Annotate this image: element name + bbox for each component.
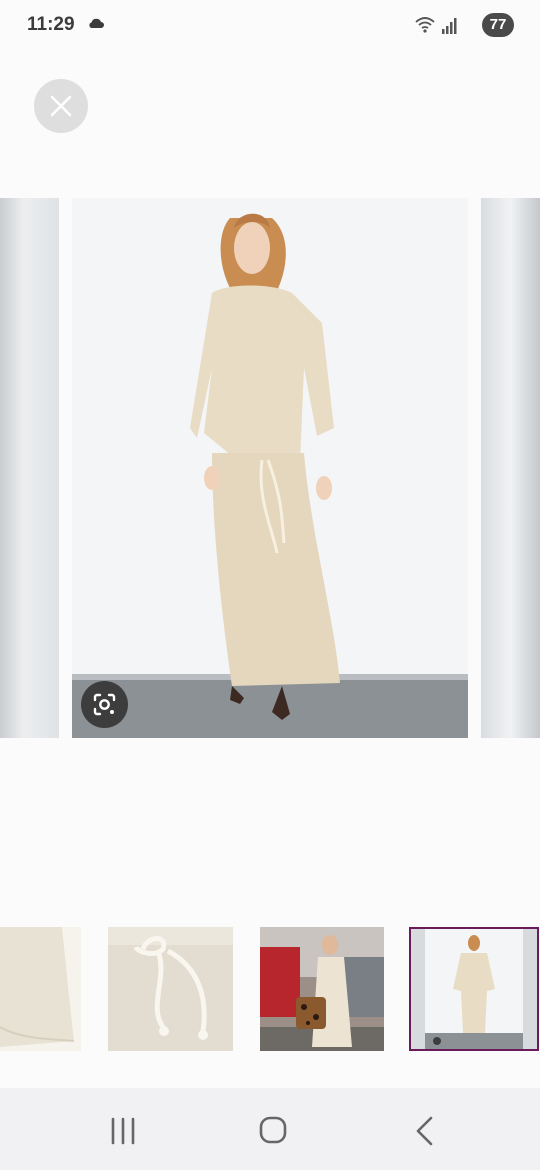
thumbnail-3[interactable] [260,927,384,1051]
next-image-peek[interactable] [481,198,540,738]
wifi-signal-icons [415,17,457,34]
recents-icon[interactable] [103,1114,143,1148]
battery-badge: 77 [482,13,514,37]
google-lens-button[interactable] [81,681,128,728]
back-icon[interactable] [405,1114,445,1148]
wifi-icon [415,17,435,29]
status-bar: 11:29 77 [0,0,540,50]
thumbnail-4-selected[interactable] [409,927,539,1051]
status-time: 11:29 [27,14,75,35]
main-product-image [72,198,468,738]
close-icon [50,95,72,117]
cloud-icon [89,18,104,28]
thumbnail-1[interactable] [0,927,81,1051]
thumbnail-2[interactable] [108,927,233,1051]
home-icon[interactable] [253,1114,293,1148]
signal-icon [442,18,457,34]
previous-image-peek[interactable] [0,198,59,738]
close-button[interactable] [34,79,88,133]
google-lens-icon [93,693,116,716]
navigation-bar [0,1088,540,1170]
